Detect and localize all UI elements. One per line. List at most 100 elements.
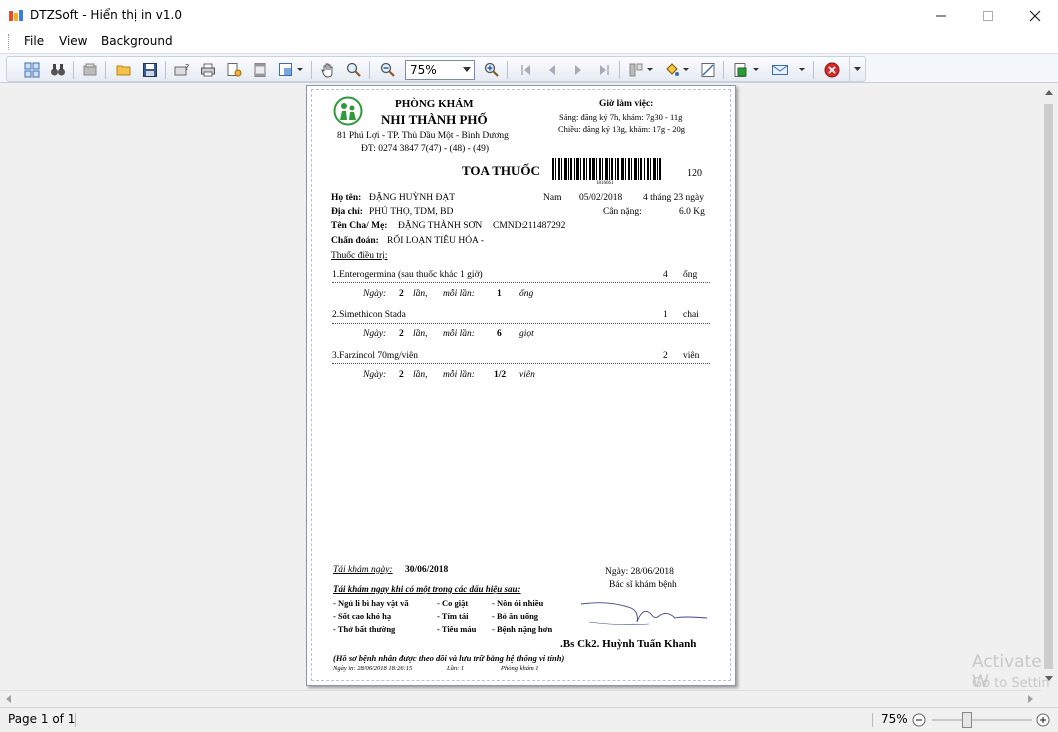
zoom-in-icon [484,62,499,77]
zoom-in-icon[interactable] [1036,713,1050,727]
print-button[interactable] [199,61,217,79]
warning-sign: - Sốt cao khó hạ [333,611,392,621]
separator [369,61,370,79]
scale-button[interactable] [277,61,295,79]
drug-name: 3.Farzincol 70mg/viên [332,351,419,361]
zoom-level: 75% [881,712,908,726]
menu-grip [8,34,11,50]
chevron-down-icon[interactable] [297,68,303,72]
id-label: CMND: [493,221,525,231]
stop-icon [824,62,840,78]
status-separator [872,713,873,727]
dose-amount: 6 [497,329,502,339]
magnifier-tool-button[interactable] [345,61,363,79]
toolstrip: ? 75% [6,56,866,82]
dose-times: 2 [399,329,404,339]
email-button[interactable] [771,61,789,79]
horizontal-scrollbar[interactable] [0,690,1041,707]
patient-address: PHÚ THỌ, TDM, BD [369,207,454,217]
zoom-out-button[interactable] [379,61,397,79]
zoom-slider-track[interactable] [932,719,1032,721]
last-page-button[interactable] [595,61,613,79]
patient-weight: 6.0 Kg [679,207,705,217]
drug-quantity: 4 [663,270,668,280]
vertical-scrollbar[interactable] [1041,84,1058,690]
prescription-number: 120 [687,168,702,179]
first-page-button[interactable] [517,61,535,79]
warning-sign: - Tím tái [437,611,469,621]
warning-sign: - Thở bất thường [333,624,396,634]
multiple-pages-button[interactable] [81,61,99,79]
minimize-button[interactable] [918,0,964,31]
menu-file[interactable]: File [24,34,44,48]
toolbar: ? 75% [0,53,1058,83]
warning-title: Tái khám ngay khi có một trong các dấu h… [333,584,521,594]
close-preview-button[interactable] [823,61,841,79]
chevron-down-icon[interactable] [647,68,653,72]
close-button[interactable] [1012,0,1058,31]
scroll-right-icon[interactable] [1028,695,1033,703]
save-button[interactable] [141,61,159,79]
scroll-up-icon[interactable] [1045,90,1053,95]
document-settings-icon [227,63,242,77]
clinic-room: Phòng khám 1 [501,665,539,672]
warning-sign: - Co giật [437,598,469,608]
zoom-out-icon[interactable] [912,713,926,727]
separator [105,61,106,79]
paint-bucket-icon [666,63,679,76]
previous-page-button[interactable] [543,61,561,79]
toolbar-overflow-button[interactable] [849,57,865,81]
hours-title: Giờ làm việc: [599,99,654,109]
minimize-icon [936,15,946,16]
zoom-slider-thumb[interactable] [962,712,972,728]
open-button[interactable] [115,61,133,79]
zoom-select-value: 75% [410,63,437,77]
chevron-down-icon[interactable] [683,68,689,72]
dose-times: 2 [399,289,404,299]
zoom-out-icon [380,62,395,77]
scrollbar-thumb[interactable] [1044,104,1053,669]
binoculars-icon [51,64,65,76]
page-setup-icon: ? [174,63,189,76]
parent-name: ĐẶNG THÀNH SƠN [398,221,483,231]
drug-row-rule [332,282,710,283]
menu-view[interactable]: View [59,34,87,48]
next-page-button[interactable] [569,61,587,79]
watermark-button[interactable] [699,61,717,79]
close-icon [1029,10,1041,21]
dose-unit: giọt [519,329,534,339]
print-date: Ngày in: 28/06/2018 18:26:15 [333,665,413,672]
page-setup-button[interactable]: ? [173,61,191,79]
recheck-date: 30/06/2018 [405,565,449,575]
drug-unit: ống [683,270,698,280]
dose-per-label: mỗi lần: [443,289,475,299]
paint-color-button[interactable] [663,61,681,79]
prescription-date: Ngày: 28/06/2018 [605,567,674,577]
next-page-icon [575,65,581,75]
thumbnail-button[interactable] [23,61,41,79]
page-layout-icon [629,63,643,77]
zoom-in-button[interactable] [483,61,501,79]
find-button[interactable] [49,61,67,79]
separator [73,61,74,79]
drug-row-rule [332,323,710,324]
chevron-down-icon[interactable] [753,68,759,72]
clinic-logo [333,96,363,126]
scroll-left-icon[interactable] [6,695,11,703]
doctor-role: Bác sĩ khám bệnh [609,580,677,590]
page-layout-button[interactable] [627,61,645,79]
scale-icon [279,63,292,76]
drug-name: 2.Simethicon Stada [332,310,406,320]
patient-name-label: Họ tên: [331,193,362,203]
zoom-select[interactable]: 75% [405,60,475,80]
export-button[interactable] [731,61,749,79]
diagnosis: RỐI LOẠN TIÊU HÓA - [387,236,484,246]
maximize-button[interactable] [965,0,1011,31]
hand-tool-button[interactable] [319,61,337,79]
chevron-down-icon[interactable] [799,68,805,72]
header-footer-button[interactable] [251,61,269,79]
drug-quantity: 2 [663,351,668,361]
menu-background[interactable]: Background [101,34,173,48]
print-settings-button[interactable] [225,61,243,79]
clinic-name-line1: PHÒNG KHÁM [395,98,474,110]
